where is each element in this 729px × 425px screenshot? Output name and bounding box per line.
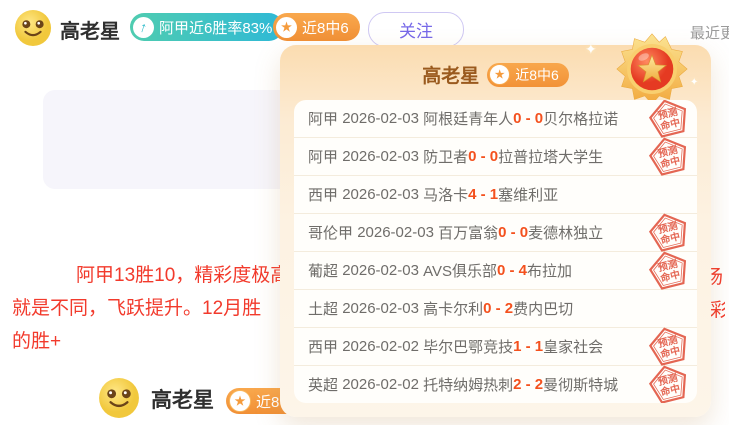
match-date: 2026-02-03	[342, 186, 419, 203]
hits-badge: ★ 近8中6	[273, 13, 360, 41]
match-date: 2026-02-03	[342, 300, 419, 317]
match-row[interactable]: 葡超 2026-02-03 AVS俱乐部0 - 4布拉加 预测 命中	[294, 252, 697, 290]
match-score: 0 - 0	[498, 224, 528, 241]
sparkle-icon: ✦	[690, 77, 698, 88]
follow-button[interactable]: 关注	[368, 12, 464, 47]
star-icon: ★	[276, 17, 297, 38]
popup-hits-badge-label: 近8中6	[515, 65, 559, 85]
recent-update-label: 最近更	[690, 22, 729, 43]
match-score: 0 - 0	[468, 148, 498, 165]
article-text-fragment: 场	[711, 262, 729, 286]
match-league: 西甲	[308, 184, 338, 205]
match-row[interactable]: 西甲 2026-02-02 毕尔巴鄂竞技1 - 1皇家社会 预测 命中	[294, 328, 697, 366]
home-team: 阿根廷青年人	[423, 108, 513, 129]
match-date: 2026-02-03	[357, 224, 434, 241]
match-score: 0 - 0	[513, 110, 543, 127]
match-league: 英超	[308, 374, 338, 395]
home-team: 高卡尔利	[423, 298, 483, 319]
match-league: 阿甲	[308, 146, 338, 167]
match-date: 2026-02-02	[342, 338, 419, 355]
popup-hits-badge: ★ 近8中6	[487, 63, 569, 87]
match-row[interactable]: 阿甲 2026-02-03 阿根廷青年人0 - 0贝尔格拉诺 预测 命中	[294, 100, 697, 138]
away-team: 布拉加	[527, 260, 572, 281]
gold-medal-icon	[615, 32, 689, 106]
away-team: 皇家社会	[543, 336, 603, 357]
star-icon: ★	[489, 64, 510, 85]
match-score: 0 - 2	[483, 300, 513, 317]
away-team: 麦德林独立	[528, 222, 603, 243]
away-team: 拉普拉塔大学生	[498, 146, 603, 167]
prediction-record-popup: 高老星 ★ 近8中6 ✦ ✦	[280, 45, 711, 417]
match-date: 2026-02-03	[342, 148, 419, 165]
match-row[interactable]: 西甲 2026-02-03 马洛卡4 - 1塞维利亚 预测 命中	[294, 176, 697, 214]
away-team: 曼彻斯特城	[543, 374, 618, 395]
match-row[interactable]: 阿甲 2026-02-03 防卫者0 - 0拉普拉塔大学生 预测 命中	[294, 138, 697, 176]
article-line: 阿甲13胜10，精彩度极高	[76, 260, 289, 287]
star-icon: ★	[229, 390, 251, 412]
streak-badge-label: 阿甲近6胜率83%	[159, 17, 272, 38]
home-team: 毕尔巴鄂竞技	[423, 336, 513, 357]
article-line: 就是不同，飞跃提升。12月胜	[12, 293, 261, 320]
away-team: 费内巴切	[513, 298, 573, 319]
page: 高老星 ↑ 阿甲近6胜率83% ★ 近8中6 关注 最近更 阿甲13胜10，精彩…	[0, 0, 729, 425]
up-arrow-icon: ↑	[133, 17, 154, 38]
sparkle-icon: ✦	[585, 41, 597, 58]
match-date: 2026-02-03	[342, 110, 419, 127]
match-score: 0 - 4	[497, 262, 527, 279]
user-avatar[interactable]	[14, 9, 52, 47]
match-league: 哥伦甲	[308, 222, 353, 243]
match-row[interactable]: 英超 2026-02-02 托特纳姆热刺2 - 2曼彻斯特城 预测 命中	[294, 366, 697, 403]
hits-badge-label: 近8中6	[302, 17, 349, 38]
match-date: 2026-02-02	[342, 376, 419, 393]
username-footer[interactable]: 高老星	[151, 384, 214, 414]
match-score: 2 - 2	[513, 376, 543, 393]
home-team: 百万富翁	[438, 222, 498, 243]
home-team: 托特纳姆热刺	[423, 374, 513, 395]
match-league: 葡超	[308, 260, 338, 281]
match-score: 4 - 1	[468, 186, 498, 203]
user-avatar-footer[interactable]	[98, 377, 140, 419]
match-league: 土超	[308, 298, 338, 319]
match-list: 阿甲 2026-02-03 阿根廷青年人0 - 0贝尔格拉诺 预测 命中 阿甲 …	[294, 100, 697, 403]
match-league: 西甲	[308, 336, 338, 357]
home-team: AVS俱乐部	[423, 260, 497, 281]
streak-badge: ↑ 阿甲近6胜率83%	[130, 13, 283, 41]
match-row[interactable]: 土超 2026-02-03 高卡尔利0 - 2费内巴切 预测 命中	[294, 290, 697, 328]
match-row[interactable]: 哥伦甲 2026-02-03 百万富翁0 - 0麦德林独立 预测 命中	[294, 214, 697, 252]
home-team: 防卫者	[423, 146, 468, 167]
article-line: 的胜+	[12, 326, 61, 353]
popup-title: 高老星	[422, 61, 479, 88]
username[interactable]: 高老星	[60, 15, 120, 44]
match-date: 2026-02-03	[342, 262, 419, 279]
away-team: 塞维利亚	[498, 184, 558, 205]
article-text-fragment: 彩	[710, 295, 725, 319]
home-team: 马洛卡	[423, 184, 468, 205]
match-league: 阿甲	[308, 108, 338, 129]
match-score: 1 - 1	[513, 338, 543, 355]
away-team: 贝尔格拉诺	[543, 108, 618, 129]
